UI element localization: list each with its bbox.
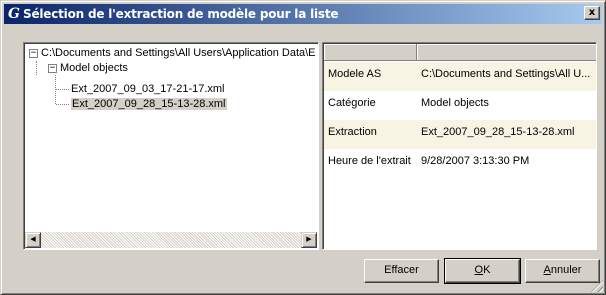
scroll-left-button[interactable]: ◀ <box>25 232 41 248</box>
property-name: Heure de l'extrait <box>328 155 411 167</box>
dialog-window: G Sélection de l'extraction de modèle po… <box>0 0 606 295</box>
tree-node-extraction-selected[interactable]: Ext_2007_09_28_15-13-28.xml <box>71 97 227 112</box>
ok-mnemonic: O <box>474 264 484 276</box>
arrow-right-icon: ▶ <box>306 236 312 243</box>
cancel-mnemonic: A <box>543 264 551 276</box>
property-value: 9/28/2007 3:13:30 PM <box>421 155 530 167</box>
property-name: Catégorie <box>328 97 376 109</box>
property-row[interactable]: Extraction Ext_2007_09_28_15-13-28.xml <box>324 120 596 149</box>
ok-button[interactable]: OK <box>444 258 521 284</box>
property-value: Model objects <box>421 97 489 109</box>
tree-node-extraction[interactable]: Ext_2007_09_03_17-21-17.xml <box>71 82 225 97</box>
close-icon: x <box>588 7 596 18</box>
property-row[interactable]: Heure de l'extrait 9/28/2007 3:13:30 PM <box>324 149 596 178</box>
property-row[interactable]: Catégorie Model objects <box>324 91 596 120</box>
tree-node-label: C:\Documents and Settings\All Users\Appl… <box>41 47 316 59</box>
grid-header-value <box>417 44 596 60</box>
collapse-icon[interactable]: − <box>48 63 57 73</box>
app-logo-icon: G <box>8 6 20 22</box>
grid-header-name <box>324 44 417 60</box>
cancel-label: nnuler <box>550 264 582 276</box>
title-bar[interactable]: G Sélection de l'extraction de modèle po… <box>4 4 602 24</box>
horizontal-scrollbar[interactable]: ◀ ▶ <box>25 232 317 248</box>
window-title: Sélection de l'extraction de modèle pour… <box>23 7 339 21</box>
property-name: Extraction <box>328 126 377 138</box>
property-name: Modele AS <box>328 68 382 80</box>
clear-button[interactable]: Effacer <box>364 259 439 283</box>
tree-connector <box>56 104 69 105</box>
property-row[interactable]: Modele AS C:\Documents and Settings\All … <box>324 62 596 91</box>
scroll-right-button[interactable]: ▶ <box>301 232 317 248</box>
ok-label: K <box>483 264 491 276</box>
arrow-left-icon: ◀ <box>30 236 36 243</box>
tree-connector <box>36 61 37 75</box>
cancel-button[interactable]: Annuler <box>525 259 600 283</box>
properties-grid[interactable]: Modele AS C:\Documents and Settings\All … <box>322 42 597 250</box>
collapse-icon[interactable]: − <box>29 48 38 58</box>
tree-node-model-objects[interactable]: − Model objects <box>48 61 128 76</box>
close-button[interactable]: x <box>584 6 600 20</box>
property-value: C:\Documents and Settings\All U... <box>421 68 591 80</box>
extraction-tree[interactable]: − C:\Documents and Settings\All Users\App… <box>23 42 319 250</box>
tree-connector <box>56 89 69 90</box>
tree-node-label: Ext_2007_09_28_15-13-28.xml <box>71 98 227 110</box>
property-value: Ext_2007_09_28_15-13-28.xml <box>421 126 575 138</box>
tree-node-root[interactable]: − C:\Documents and Settings\All Users\App… <box>29 46 316 61</box>
tree-node-label: Ext_2007_09_03_17-21-17.xml <box>71 83 225 95</box>
grid-header <box>324 44 596 61</box>
tree-node-label: Model objects <box>60 62 128 74</box>
